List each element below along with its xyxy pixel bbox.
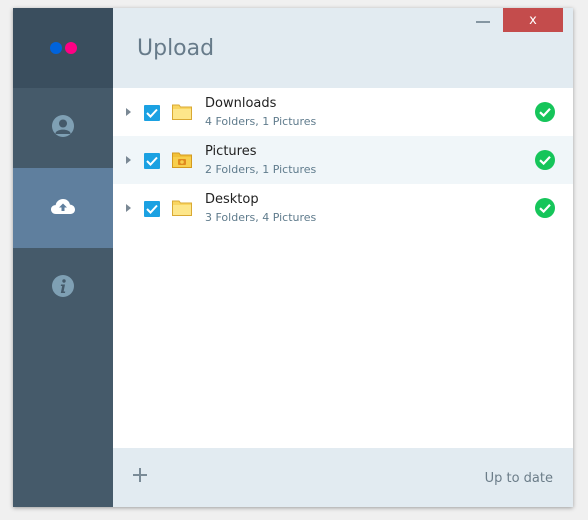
folder-icon <box>172 199 192 220</box>
logo-blue-dot <box>50 42 62 54</box>
sidebar-item-profile[interactable] <box>13 88 113 168</box>
logo-pink-dot <box>65 42 77 54</box>
check-circle-icon <box>535 198 555 222</box>
uploadr-window: Upload x Downloads 4 Folders, 1 Pictures <box>13 8 573 507</box>
minimize-button[interactable] <box>468 8 498 32</box>
expand-arrow-icon[interactable] <box>126 108 131 116</box>
folder-name: Downloads <box>205 96 277 111</box>
page-title: Upload <box>137 36 215 61</box>
user-icon <box>51 114 75 142</box>
folder-icon <box>172 103 192 124</box>
check-circle-icon <box>535 150 555 174</box>
folder-summary: 3 Folders, 4 Pictures <box>205 211 317 224</box>
folder-name: Desktop <box>205 192 259 207</box>
add-folder-button[interactable] <box>131 466 149 484</box>
expand-arrow-icon[interactable] <box>126 156 131 164</box>
pictures-folder-icon <box>172 151 192 172</box>
footer: Up to date <box>113 448 573 507</box>
list-item[interactable]: Pictures 2 Folders, 1 Pictures <box>113 136 573 184</box>
sync-status: Up to date <box>484 471 553 486</box>
close-button[interactable]: x <box>503 8 563 32</box>
cloud-upload-icon <box>50 196 76 220</box>
list-item[interactable]: Downloads 4 Folders, 1 Pictures <box>113 88 573 136</box>
expand-arrow-icon[interactable] <box>126 204 131 212</box>
folder-checkbox[interactable] <box>144 153 160 169</box>
sidebar-item-upload[interactable] <box>13 168 113 248</box>
folder-checkbox[interactable] <box>144 201 160 217</box>
folder-list: Downloads 4 Folders, 1 Pictures Pictures… <box>113 88 573 448</box>
header: Upload x <box>113 8 573 88</box>
folder-name: Pictures <box>205 144 257 159</box>
folder-summary: 2 Folders, 1 Pictures <box>205 163 317 176</box>
sidebar <box>13 8 113 507</box>
info-icon <box>51 274 75 302</box>
check-circle-icon <box>535 102 555 126</box>
folder-checkbox[interactable] <box>144 105 160 121</box>
folder-summary: 4 Folders, 1 Pictures <box>205 115 317 128</box>
list-item[interactable]: Desktop 3 Folders, 4 Pictures <box>113 184 573 232</box>
sidebar-item-info[interactable] <box>13 248 113 328</box>
flickr-logo <box>13 8 113 88</box>
